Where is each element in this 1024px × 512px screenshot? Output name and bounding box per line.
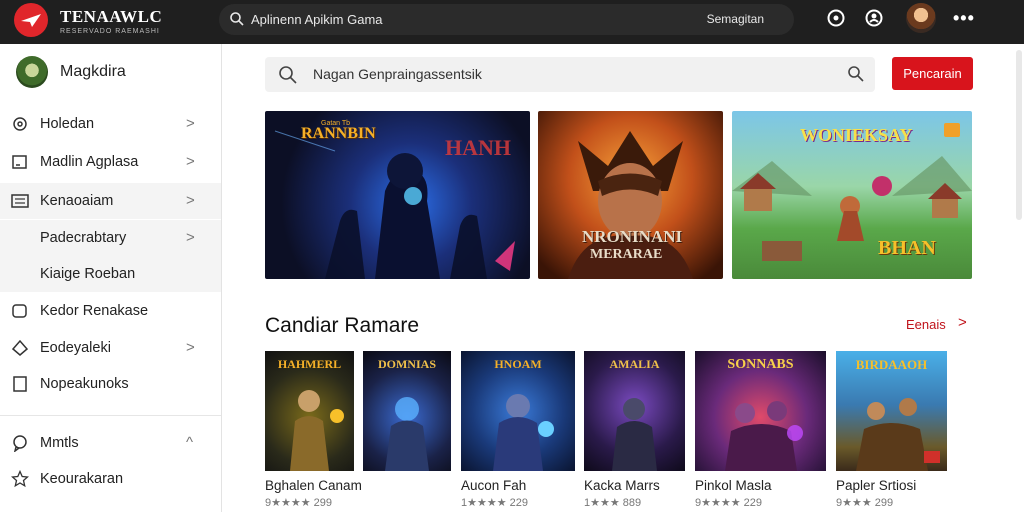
banner-1-side-text: HANH (445, 135, 511, 160)
sidebar-item-0[interactable]: Holedan > (0, 106, 221, 142)
chevron-right-icon[interactable]: > (958, 314, 967, 331)
card-art (290, 390, 344, 471)
tag-icon (12, 304, 27, 318)
top-search-text: Aplinenn Apikim Gama (251, 12, 383, 27)
sidebar-item-label: Kedor Renakase (40, 303, 149, 319)
sidebar: Magkdira Holedan > Madlin Agplasa > Kena… (0, 44, 222, 512)
game-card-4-image[interactable]: SONNABS (695, 351, 826, 471)
game-search-field[interactable]: Nagan Genpraingassentsik (265, 57, 875, 92)
clock-icon[interactable] (826, 8, 846, 28)
sidebar-item-6[interactable]: Eodeyaleki > (0, 330, 221, 366)
sidebar-item-4[interactable]: Kiaige Roeban (0, 256, 221, 292)
banner-2-subtitle: MERARAE (590, 247, 663, 262)
game-card-5-rating: 9★★★ 299 (836, 497, 894, 509)
game-card-4-title[interactable]: Pinkol Masla (695, 478, 772, 493)
game-card-1-title[interactable]: Bghalen Canam (265, 478, 362, 493)
card-art (725, 401, 803, 471)
game-card-3-title[interactable]: Kacka Marrs (584, 478, 660, 493)
gear-icon (13, 117, 27, 131)
square-icon (12, 155, 27, 169)
featured-banner-3[interactable]: WONIEKSAY BHAN (732, 111, 972, 279)
badge-icon (944, 123, 960, 137)
list-icon (11, 194, 29, 208)
account-icon[interactable] (864, 8, 884, 28)
sidebar-profile[interactable]: Magkdira (16, 56, 126, 88)
banner-3-subtitle: BHAN (878, 237, 936, 259)
search-button[interactable]: Pencarain (892, 57, 973, 90)
sidebar-item-2[interactable]: Kenaoaiam > (0, 183, 221, 219)
chevron-right-icon: > (186, 229, 195, 246)
card-art (612, 398, 657, 471)
game-card-4-rating: 9★★★★ 229 (695, 497, 762, 509)
sidebar-item-label: Kiaige Roeban (40, 266, 136, 282)
game-card-2-rating: 1★★★★ 229 (461, 497, 528, 509)
brand: TENAAWLC RESERVADO RAEMASHI (60, 7, 162, 35)
game-card-3-rating: 1★★★ 889 (584, 497, 642, 509)
sidebar-item-3[interactable]: Padecrabtary > (0, 220, 221, 256)
chevron-right-icon: > (186, 153, 195, 170)
sidebar-item-label: Madlin Agplasa (40, 154, 139, 170)
sidebar-item-label: Keourakaran (40, 471, 124, 487)
profile-avatar (16, 56, 48, 88)
star-icon (11, 470, 29, 488)
top-bar: TENAAWLC RESERVADO RAEMASHI Aplinenn Api… (0, 0, 1024, 44)
game-card-5-image[interactable]: BIRDAAOH (836, 351, 947, 471)
card-art (493, 394, 554, 471)
banner-1-title: RANNBIN (301, 125, 376, 142)
banner-3-title: WONIEKSAY (800, 125, 913, 145)
sidebar-item-label: Nopeakunoks (40, 376, 129, 392)
brand-name: TENAAWLC (60, 7, 163, 26)
banner-1-subtitle: Gatan Tb (321, 120, 351, 127)
chevron-right-icon: > (186, 115, 195, 132)
more-options-icon[interactable]: ••• (953, 8, 975, 29)
top-search-field[interactable]: Aplinenn Apikim Gama Semagitan (219, 4, 794, 35)
game-card-2-title[interactable]: Aucon Fah (461, 478, 526, 493)
sidebar-item-label: Kenaoaiam (40, 193, 114, 209)
sidebar-item-label: Mmtls (40, 435, 79, 451)
plane-icon (21, 14, 41, 27)
checkbox-icon (13, 376, 27, 392)
game-search-placeholder: Nagan Genpraingassentsik (313, 66, 482, 82)
user-avatar[interactable] (906, 3, 936, 33)
sidebar-item-8[interactable]: Mmtls ^ (0, 425, 221, 461)
sidebar-item-1[interactable]: Madlin Agplasa > (0, 144, 221, 180)
sidebar-divider (0, 415, 221, 416)
card-art (856, 398, 940, 471)
game-card-5-title[interactable]: Papler Srtiosi (836, 478, 916, 493)
chevron-up-icon: ^ (186, 434, 194, 451)
chevron-right-icon: > (186, 192, 195, 209)
featured-banner-1[interactable]: RANNBIN Gatan Tb HANH (265, 111, 530, 279)
game-card-1-rating: 9★★★★ 299 (265, 497, 332, 509)
game-card-1-image[interactable]: HAHMERL (265, 351, 354, 471)
sidebar-item-label: Eodeyaleki (40, 340, 111, 356)
chat-icon (13, 435, 27, 452)
sidebar-item-9[interactable]: Keourakaran (0, 461, 221, 497)
feather-icon (11, 339, 29, 356)
game-card-3-image[interactable]: AMALIA (584, 351, 685, 471)
chevron-right-icon: > (186, 339, 195, 356)
game-card-banner-image[interactable]: DOMNIAS (363, 351, 451, 471)
card-art (385, 397, 429, 471)
sidebar-item-label: Holedan (40, 116, 95, 132)
sidebar-item-5[interactable]: Kedor Renakase (0, 293, 221, 329)
search-submit-icon[interactable] (847, 65, 865, 83)
profile-name: Magkdira (60, 63, 126, 80)
game-card-2-image[interactable]: HNOAM (461, 351, 575, 471)
page-scrollbar[interactable] (1016, 50, 1022, 220)
search-icon (230, 12, 244, 26)
see-all-link[interactable]: Eenais (906, 317, 946, 332)
featured-banner-2[interactable]: NRONINANI MERARAE (538, 111, 723, 279)
banner-2-title: NRONINANI (582, 227, 683, 246)
brand-tagline: RESERVADO RAEMASHI (60, 28, 160, 35)
search-icon (279, 66, 297, 84)
section-title: Candiar Ramare (265, 314, 420, 337)
top-search-action[interactable]: Semagitan (707, 12, 764, 26)
sidebar-item-7[interactable]: Nopeakunoks (0, 366, 221, 402)
app-logo[interactable] (14, 3, 48, 37)
sidebar-item-label: Padecrabtary (40, 230, 127, 246)
